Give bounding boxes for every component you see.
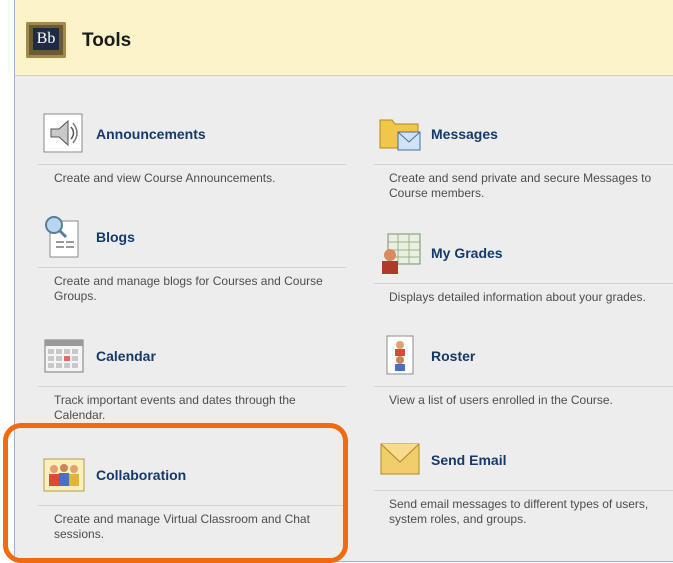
envelope-icon xyxy=(380,443,420,475)
divider xyxy=(38,267,346,268)
announcements-link[interactable]: Announcements xyxy=(96,126,206,142)
grades-icon xyxy=(382,233,421,274)
collaboration-highlight xyxy=(3,423,348,563)
calendar-link[interactable]: Calendar xyxy=(96,348,156,364)
blog-icon xyxy=(45,216,79,258)
calendar-icon xyxy=(44,339,84,373)
roster-link[interactable]: Roster xyxy=(431,348,475,364)
blogs-description: Create and manage blogs for Courses and … xyxy=(54,274,323,303)
announcements-description: Create and view Course Announcements. xyxy=(54,171,276,185)
messages-description: Create and send private and secure Messa… xyxy=(389,171,652,200)
page-title: Tools xyxy=(82,30,132,51)
send-email-link[interactable]: Send Email xyxy=(431,452,506,468)
megaphone-icon xyxy=(43,113,83,153)
divider xyxy=(374,164,673,165)
messages-link[interactable]: Messages xyxy=(431,126,498,142)
roster-icon xyxy=(386,335,414,375)
blackboard-logo: Bb xyxy=(26,22,66,58)
send-email-description: Send email messages to different types o… xyxy=(389,497,649,526)
my-grades-link[interactable]: My Grades xyxy=(431,245,503,261)
folder-envelope-icon xyxy=(379,119,421,151)
divider xyxy=(374,386,673,387)
divider xyxy=(38,386,346,387)
divider xyxy=(374,490,673,491)
my-grades-description: Displays detailed information about your… xyxy=(389,290,646,304)
calendar-description: Track important events and dates through… xyxy=(54,393,296,421)
logo-text: Bb xyxy=(33,28,59,50)
divider xyxy=(38,164,346,165)
roster-description: View a list of users enrolled in the Cou… xyxy=(389,393,613,407)
blogs-link[interactable]: Blogs xyxy=(96,229,135,245)
divider xyxy=(374,283,673,284)
